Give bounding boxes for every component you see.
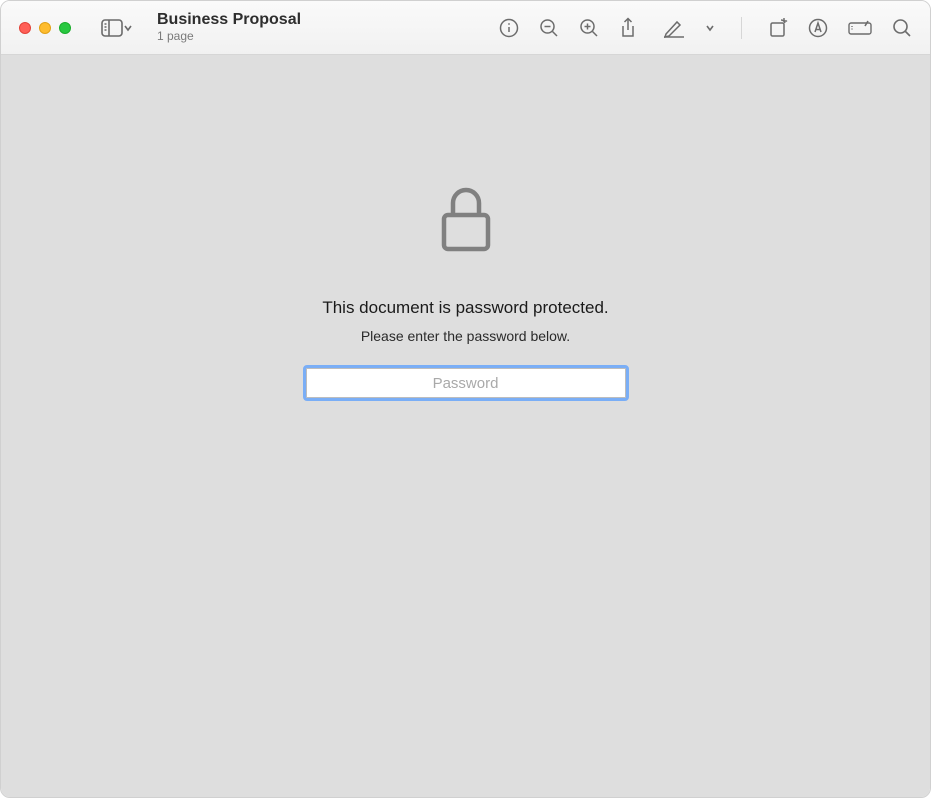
sidebar-toggle-button[interactable] <box>101 19 133 37</box>
app-window: Business Proposal 1 page <box>0 0 931 798</box>
password-input[interactable] <box>306 368 626 398</box>
chevron-down-icon <box>705 24 715 32</box>
form-icon <box>848 20 872 36</box>
password-subtext: Please enter the password below. <box>361 328 570 344</box>
sidebar-icon <box>101 19 123 37</box>
chevron-down-icon <box>123 24 133 32</box>
markup-menu-button[interactable] <box>705 24 715 32</box>
password-prompt: This document is password protected. Ple… <box>306 185 626 398</box>
pencil-icon <box>663 18 685 38</box>
search-icon <box>892 18 912 38</box>
share-icon <box>619 17 637 39</box>
zoom-in-button[interactable] <box>579 18 599 38</box>
share-button[interactable] <box>619 17 637 39</box>
toolbar <box>499 17 912 39</box>
info-button[interactable] <box>499 18 519 38</box>
close-button[interactable] <box>19 22 31 34</box>
minimize-button[interactable] <box>39 22 51 34</box>
toolbar-divider <box>741 17 742 39</box>
document-page-count: 1 page <box>157 30 317 44</box>
document-title: Business Proposal <box>157 11 317 29</box>
markup-button[interactable] <box>663 18 685 38</box>
titlebar: Business Proposal 1 page <box>1 1 930 55</box>
search-button[interactable] <box>892 18 912 38</box>
lock-icon <box>438 185 494 258</box>
rotate-button[interactable] <box>768 18 788 38</box>
window-controls <box>19 22 71 34</box>
zoom-out-button[interactable] <box>539 18 559 38</box>
form-fill-button[interactable] <box>848 20 872 36</box>
info-icon <box>499 18 519 38</box>
password-heading: This document is password protected. <box>322 298 608 318</box>
highlight-button[interactable] <box>808 18 828 38</box>
fullscreen-button[interactable] <box>59 22 71 34</box>
highlight-icon <box>808 18 828 38</box>
zoom-in-icon <box>579 18 599 38</box>
zoom-out-icon <box>539 18 559 38</box>
rotate-icon <box>768 18 788 38</box>
content-area: This document is password protected. Ple… <box>1 55 930 797</box>
document-title-block: Business Proposal 1 page <box>157 11 317 44</box>
